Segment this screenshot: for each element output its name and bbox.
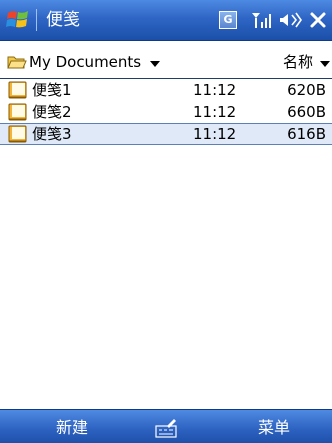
file-size: 620B bbox=[287, 81, 326, 99]
note-file-icon bbox=[8, 103, 27, 121]
file-time: 11:12 bbox=[193, 103, 237, 121]
menu-bar: 新建 菜单 bbox=[0, 409, 332, 443]
file-name: 便笺1 bbox=[32, 81, 72, 99]
menu-softkey[interactable]: 菜单 bbox=[244, 417, 304, 439]
title-divider bbox=[36, 9, 37, 31]
folder-header: My Documents 名称 bbox=[0, 50, 332, 76]
file-size: 660B bbox=[287, 103, 326, 121]
note-file-icon bbox=[8, 81, 27, 99]
file-time: 11:12 bbox=[193, 81, 237, 99]
open-folder-icon bbox=[7, 56, 27, 69]
file-name: 便笺2 bbox=[32, 103, 72, 121]
file-row-selected[interactable]: 便笺3 11:12 616B bbox=[0, 123, 332, 145]
sort-dropdown[interactable]: 名称 bbox=[283, 52, 313, 72]
folder-dropdown[interactable]: My Documents bbox=[29, 52, 141, 72]
title-bar: 便笺 G bbox=[0, 0, 332, 41]
app-title: 便笺 bbox=[46, 10, 80, 30]
speaker-volume-icon[interactable] bbox=[278, 9, 302, 31]
new-softkey[interactable]: 新建 bbox=[42, 417, 102, 439]
chevron-down-icon[interactable] bbox=[320, 61, 330, 67]
gprs-status-icon[interactable]: G bbox=[219, 11, 237, 29]
close-icon[interactable] bbox=[308, 10, 328, 30]
windows-start-icon[interactable] bbox=[6, 8, 30, 32]
chevron-down-icon[interactable] bbox=[150, 61, 160, 67]
file-name: 便笺3 bbox=[32, 125, 72, 143]
input-panel-icon[interactable] bbox=[154, 417, 178, 439]
file-list: 便笺1 11:12 620B 便笺2 11:12 660B 便笺3 11:12 … bbox=[0, 78, 332, 145]
file-row[interactable]: 便笺2 11:12 660B bbox=[0, 101, 332, 123]
file-row[interactable]: 便笺1 11:12 620B bbox=[0, 79, 332, 101]
notes-app-screen: 便笺 G My Documents 名称 便笺1 11:12 620B 便笺2 … bbox=[0, 0, 332, 443]
file-time: 11:12 bbox=[193, 125, 237, 143]
signal-strength-icon[interactable] bbox=[250, 9, 272, 31]
note-file-icon bbox=[8, 125, 27, 143]
file-size: 616B bbox=[287, 125, 326, 143]
